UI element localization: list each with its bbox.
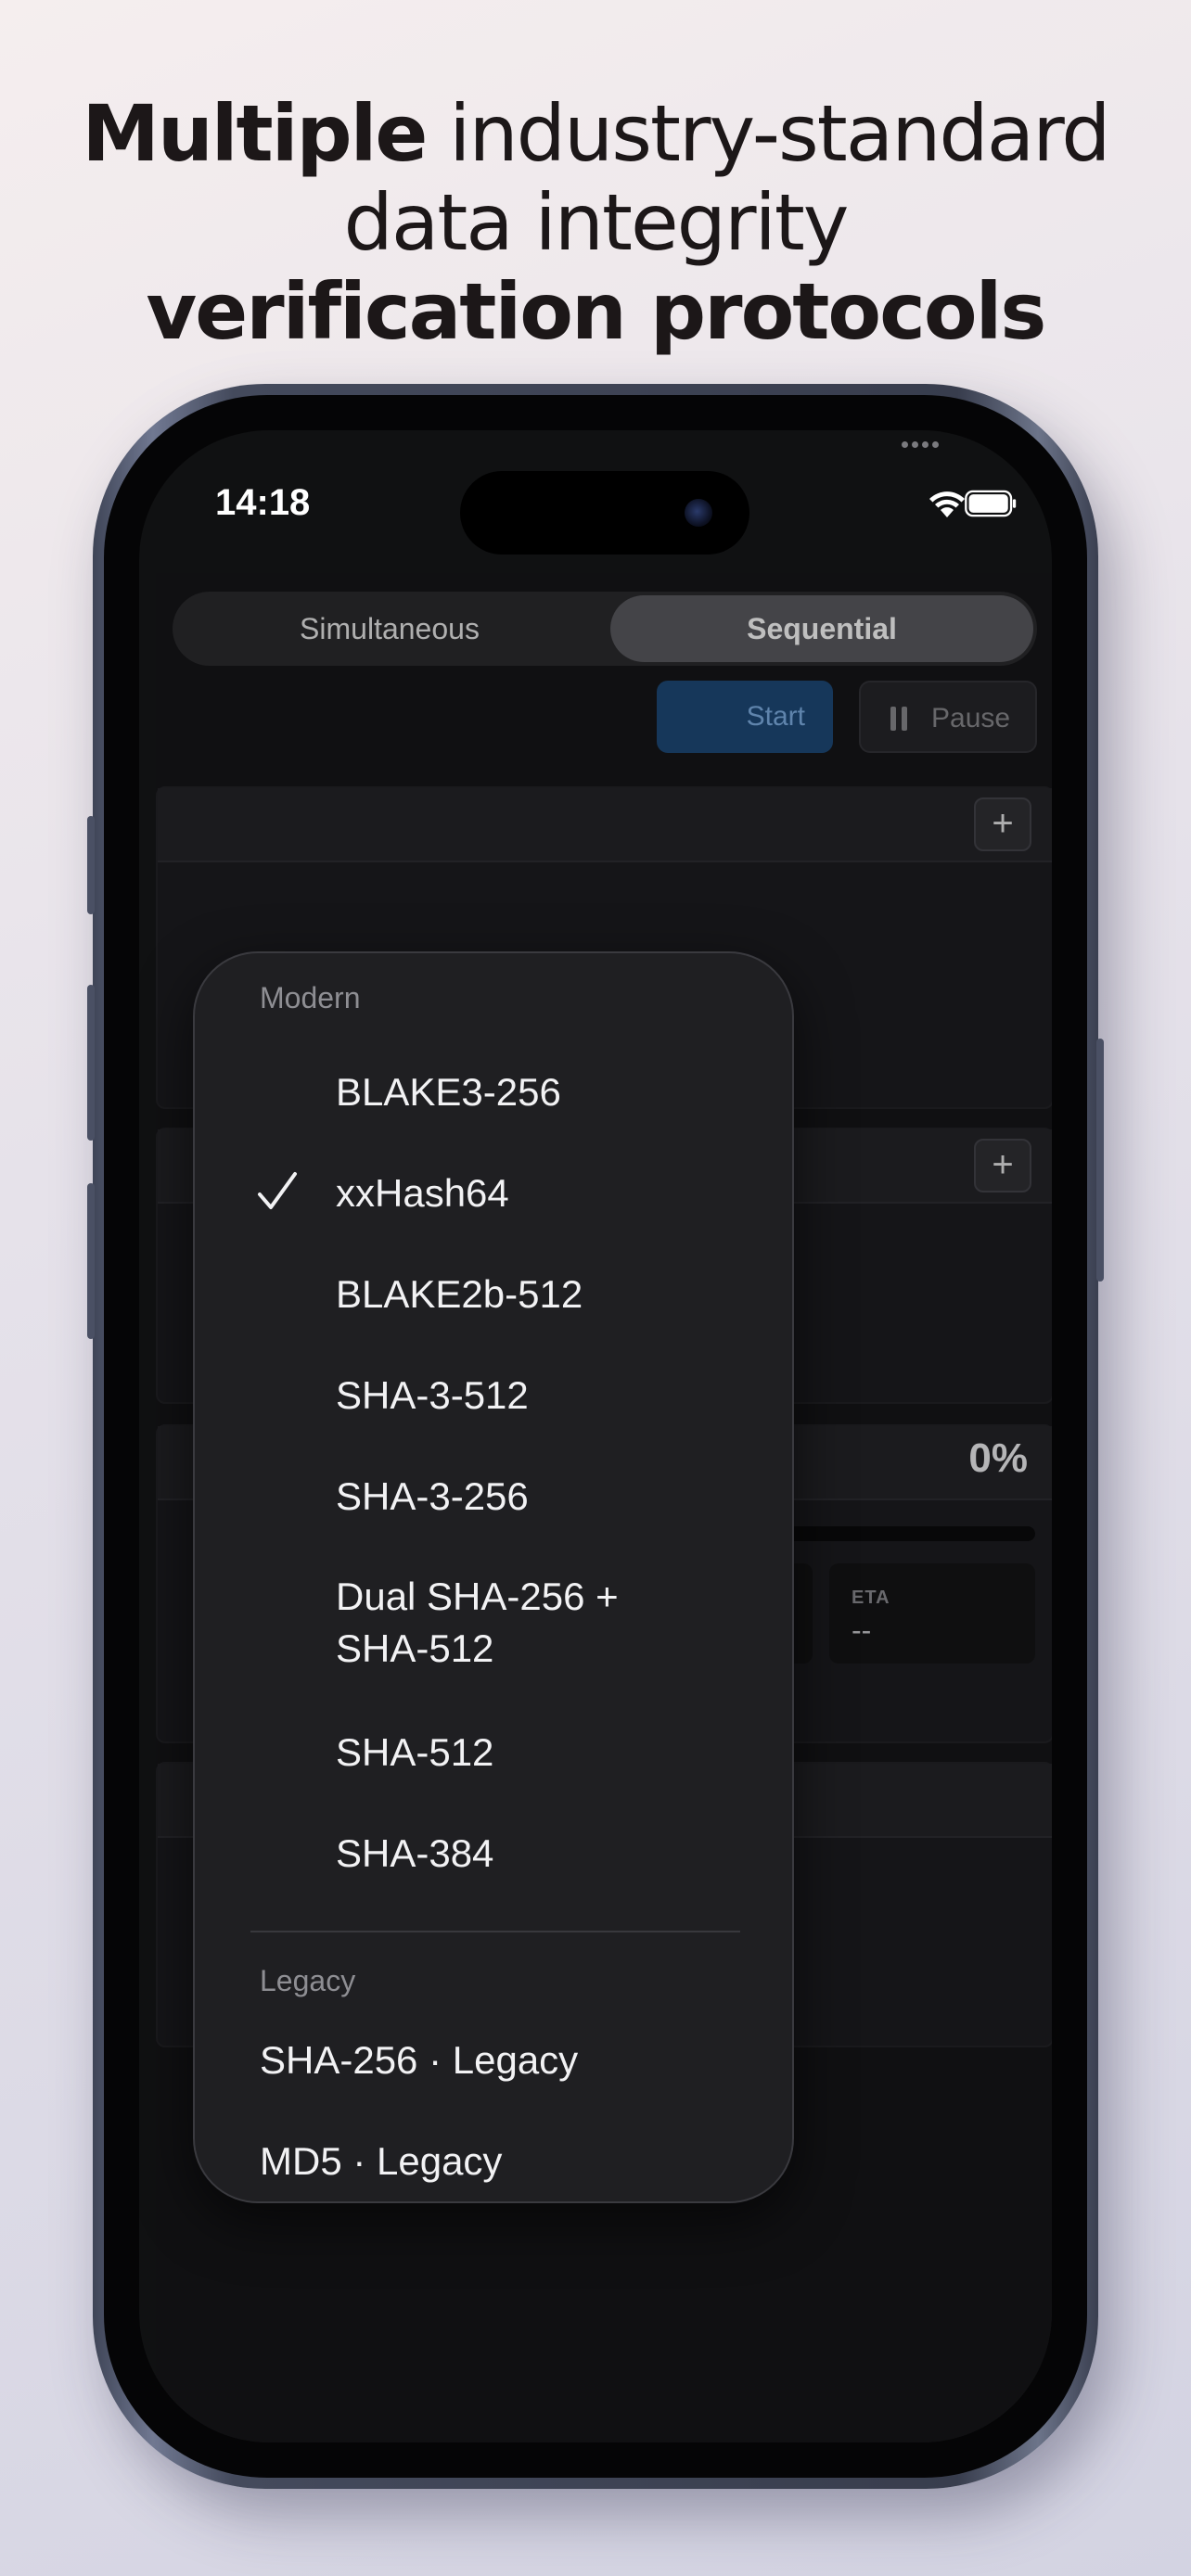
wifi-icon — [929, 491, 965, 517]
phone-frame: 14:18 Simultaneous Sequential Start Paus… — [87, 384, 1104, 2489]
checkmark-icon — [258, 1172, 297, 1209]
headline-line3: verification protocols — [146, 266, 1047, 357]
headline: Multiple industry-standard data integrit… — [0, 89, 1191, 356]
screen: 14:18 Simultaneous Sequential Start Paus… — [139, 430, 1052, 2442]
menu-item-sha-256-legacy[interactable]: SHA-256 · Legacy — [260, 2034, 761, 2086]
menu-item-md5-legacy[interactable]: MD5 · Legacy — [260, 2136, 761, 2187]
hash-algorithm-menu: Modern BLAKE3-256 xxHash64 BLAKE2b-512 S… — [193, 951, 794, 2203]
camera-icon — [685, 499, 712, 527]
headline-bold: Multiple — [82, 88, 428, 179]
dynamic-island — [460, 471, 749, 555]
menu-item-blake3-256[interactable]: BLAKE3-256 — [336, 1066, 762, 1118]
menu-item-sha3-512[interactable]: SHA-3-512 — [336, 1370, 762, 1422]
menu-item-sha-512[interactable]: SHA-512 — [336, 1727, 762, 1779]
menu-divider — [250, 1931, 740, 1932]
volume-down-button — [87, 1183, 95, 1339]
menu-section-modern: Modern — [260, 981, 361, 1014]
menu-item-blake2b-512[interactable]: BLAKE2b-512 — [336, 1269, 762, 1320]
headline-rest: industry-standard — [449, 88, 1110, 179]
menu-item-dual-sha[interactable]: Dual SHA-256 + SHA-512 — [336, 1571, 688, 1675]
menu-item-xxhash64[interactable]: xxHash64 — [336, 1167, 762, 1219]
status-time: 14:18 — [215, 482, 311, 523]
cellular-signal-icon — [902, 441, 942, 449]
power-button — [1096, 1039, 1104, 1282]
menu-section-legacy: Legacy — [260, 1964, 356, 1997]
battery-icon — [965, 490, 1017, 517]
menu-item-sha3-256[interactable]: SHA-3-256 — [336, 1471, 762, 1523]
phone-bezel: 14:18 Simultaneous Sequential Start Paus… — [104, 395, 1087, 2478]
action-button — [87, 816, 95, 914]
headline-line2: data integrity — [343, 177, 850, 268]
volume-up-button — [87, 985, 95, 1141]
menu-item-sha-384[interactable]: SHA-384 — [336, 1828, 762, 1880]
